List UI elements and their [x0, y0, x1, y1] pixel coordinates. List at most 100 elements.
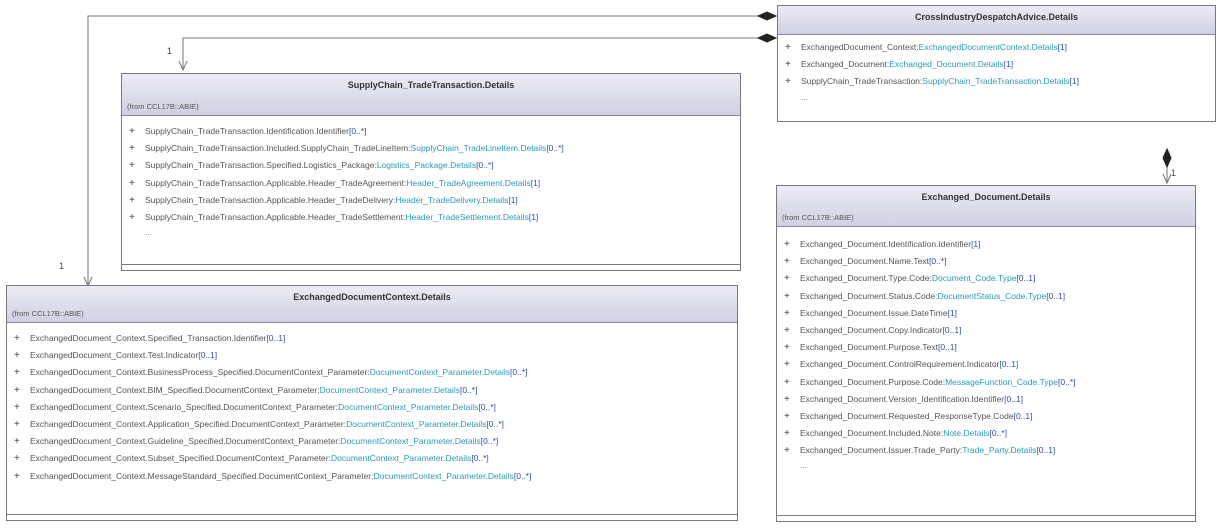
- attribute-type: DocumentContext_Parameter.Details: [373, 470, 514, 481]
- attribute-list: + Exchanged_Document.Identification.Ident…: [777, 227, 1195, 459]
- public-visibility-icon: +: [784, 359, 790, 371]
- attribute-multiplicity: [0..*]: [459, 384, 478, 395]
- attribute-type: SupplyChain_TradeTransaction.Details: [922, 76, 1070, 87]
- attribute-row[interactable]: + Exchanged_Document.Requested_ResponseTy…: [784, 408, 1195, 425]
- attribute-multiplicity: [1]: [1069, 76, 1079, 87]
- class-footer-divider: [122, 264, 740, 265]
- attribute-name: Exchanged_Document.Requested_ResponseTyp…: [800, 410, 1014, 421]
- public-visibility-icon: +: [14, 367, 20, 379]
- public-visibility-icon: +: [784, 239, 790, 250]
- public-visibility-icon: +: [785, 76, 791, 88]
- attribute-type: Exchanged_Document.Details: [889, 59, 1004, 70]
- attribute-name: ExchangedDocument_Context.Test.Indicator: [30, 350, 199, 361]
- attribute-row[interactable]: + ExchangedDocument_Context.Guideline_Spe…: [14, 433, 737, 450]
- attribute-name: ExchangedDocument_Context.Specified_Tran…: [30, 333, 267, 343]
- attribute-name: SupplyChain_TradeTransaction.Specified.L…: [145, 160, 377, 171]
- public-visibility-icon: +: [129, 126, 135, 137]
- public-visibility-icon: +: [784, 324, 790, 336]
- attribute-row[interactable]: + ExchangedDocument_Context.Application_S…: [14, 416, 737, 433]
- attribute-row[interactable]: + Exchanged_Document.Copy.Indicator[0..1]: [784, 322, 1195, 339]
- ellipsis: ...: [801, 91, 809, 102]
- attribute-row[interactable]: + SupplyChain_TradeTransaction:SupplyChai…: [785, 73, 1215, 90]
- attribute-row[interactable]: + Exchanged_Document:Exchanged_Document.D…: [785, 56, 1215, 73]
- attribute-multiplicity: [1]: [1003, 59, 1014, 70]
- public-visibility-icon: +: [14, 470, 20, 482]
- public-visibility-icon: +: [14, 401, 20, 413]
- attribute-row[interactable]: + Exchanged_Document.Version_Identificati…: [784, 391, 1195, 408]
- attribute-row[interactable]: + Exchanged_Document.Identification.Ident…: [784, 236, 1195, 253]
- attribute-row[interactable]: + Exchanged_Document.Issuer.Trade_Party:T…: [784, 442, 1195, 459]
- attribute-type: DocumentContext_Parameter.Details: [369, 367, 511, 378]
- attribute-multiplicity: [0..*]: [546, 143, 564, 154]
- public-visibility-icon: +: [14, 453, 20, 465]
- composition-diamond-tradetransaction: [756, 33, 778, 43]
- public-visibility-icon: +: [129, 143, 135, 155]
- attribute-row[interactable]: + Exchanged_Document.Included.Note:Note.D…: [784, 425, 1195, 442]
- attribute-row[interactable]: + Exchanged_Document.Name.Text[0..*]: [784, 253, 1195, 270]
- attribute-name: SupplyChain_TradeTransaction.Identificat…: [145, 126, 349, 136]
- attribute-row[interactable]: + ExchangedDocument_Context.BIM_Specified…: [14, 382, 737, 399]
- attribute-row[interactable]: + ExchangedDocument_Context.Test.Indicato…: [14, 347, 737, 364]
- attribute-name: Exchanged_Document.Issue.DateTime: [800, 307, 948, 318]
- attribute-type: Document_Code.Type: [931, 273, 1017, 284]
- attribute-name: SupplyChain_TradeTransaction.Applicable.…: [145, 211, 406, 222]
- attribute-row[interactable]: + SupplyChain_TradeTransaction.Applicable…: [129, 209, 740, 226]
- attribute-name: ExchangedDocument_Context.Application_Sp…: [30, 418, 347, 429]
- public-visibility-icon: +: [129, 211, 135, 223]
- attribute-multiplicity: [0..*]: [471, 453, 489, 464]
- attribute-multiplicity: [1]: [528, 211, 539, 222]
- attribute-row[interactable]: + SupplyChain_TradeTransaction.Identifica…: [129, 123, 740, 140]
- attribute-name: Exchanged_Document.Issuer.Trade_Party:: [800, 445, 963, 456]
- class-box-exchangeddocumentcontext[interactable]: ExchangedDocumentContext.Details (from C…: [6, 285, 738, 521]
- public-visibility-icon: +: [14, 350, 20, 362]
- attribute-row[interactable]: + ExchangedDocument_Context.Specified_Tra…: [14, 330, 737, 347]
- attribute-name: SupplyChain_TradeTransaction.Applicable.…: [145, 177, 407, 188]
- attribute-multiplicity: [0..*]: [476, 160, 494, 171]
- class-box-supplychain-tradetransaction[interactable]: SupplyChain_TradeTransaction.Details (fr…: [121, 73, 741, 271]
- attribute-row[interactable]: + ExchangedDocument_Context.Scenario_Spec…: [14, 399, 737, 416]
- attribute-row[interactable]: + SupplyChain_TradeTransaction.Specified.…: [129, 157, 740, 174]
- attribute-row[interactable]: + Exchanged_Document.Purpose.Text[0..1]: [784, 339, 1195, 356]
- attribute-type: DocumentContext_Parameter.Details: [319, 384, 460, 395]
- attribute-name: Exchanged_Document:: [801, 59, 890, 70]
- attribute-name: Exchanged_Document.Name.Text: [800, 256, 929, 267]
- attribute-type: Logistics_Package.Details: [376, 160, 477, 171]
- attribute-row[interactable]: + Exchanged_Document.Type.Code:Document_C…: [784, 270, 1195, 287]
- attribute-row[interactable]: + Exchanged_Document.Issue.DateTime[1]: [784, 305, 1195, 322]
- attribute-list: + SupplyChain_TradeTransaction.Identifica…: [122, 116, 740, 226]
- attribute-row[interactable]: + ExchangedDocument_Context.MessageStanda…: [14, 468, 737, 485]
- class-box-crossindustrydespatchadvice[interactable]: CrossIndustryDespatchAdvice.Details + Exc…: [777, 5, 1216, 122]
- attribute-type: DocumentContext_Parameter.Details: [338, 401, 479, 412]
- attribute-name: SupplyChain_TradeTransaction:: [801, 76, 923, 87]
- attribute-row[interactable]: + Exchanged_Document.Purpose.Code:Message…: [784, 374, 1195, 391]
- assoc-line-tradetransaction: [182, 37, 758, 70]
- attribute-multiplicity: [0..*]: [1058, 376, 1076, 387]
- attribute-row[interactable]: + SupplyChain_TradeTransaction.Applicable…: [129, 192, 740, 209]
- attribute-name: ExchangedDocument_Context.Guideline_Spec…: [30, 436, 341, 447]
- attribute-multiplicity: [0..1]: [1004, 393, 1024, 404]
- attribute-multiplicity: [1]: [530, 177, 541, 188]
- attribute-row[interactable]: + SupplyChain_TradeTransaction.Included.S…: [129, 140, 740, 157]
- attribute-row[interactable]: + ExchangedDocument_Context.BusinessProce…: [14, 364, 737, 381]
- attribute-row[interactable]: + ExchangedDocument_Context:ExchangedDocu…: [785, 39, 1215, 56]
- composition-diamond-document: [1162, 147, 1172, 169]
- attribute-multiplicity: [0..*]: [480, 436, 499, 447]
- attribute-row[interactable]: + SupplyChain_TradeTransaction.Applicable…: [129, 175, 740, 192]
- attribute-multiplicity: [0..1]: [1016, 273, 1036, 284]
- attribute-multiplicity: [0..*]: [929, 256, 947, 267]
- attribute-multiplicity: [0..1]: [999, 359, 1019, 370]
- attribute-name: Exchanged_Document.Identification.Identi…: [800, 239, 972, 249]
- attribute-name: Exchanged_Document.Purpose.Code:: [800, 376, 946, 387]
- attribute-row[interactable]: + Exchanged_Document.ControlRequirement.I…: [784, 356, 1195, 373]
- attribute-type: SupplyChain_TradeLineItem.Details: [410, 143, 547, 154]
- attribute-multiplicity: [0..1]: [1046, 290, 1066, 301]
- attribute-name: ExchangedDocument_Context.Subset_Specifi…: [30, 453, 331, 464]
- public-visibility-icon: +: [14, 384, 20, 396]
- attribute-row[interactable]: + Exchanged_Document.Status.Code:Document…: [784, 288, 1195, 305]
- public-visibility-icon: +: [129, 194, 135, 206]
- multiplicity-tradetransaction: 1: [167, 46, 173, 56]
- class-package: (from CCL17B::ABIE): [127, 102, 199, 111]
- attribute-row[interactable]: + ExchangedDocument_Context.Subset_Specif…: [14, 450, 737, 467]
- class-box-exchanged-document[interactable]: Exchanged_Document.Details (from CCL17B:…: [776, 185, 1196, 522]
- public-visibility-icon: +: [785, 42, 791, 53]
